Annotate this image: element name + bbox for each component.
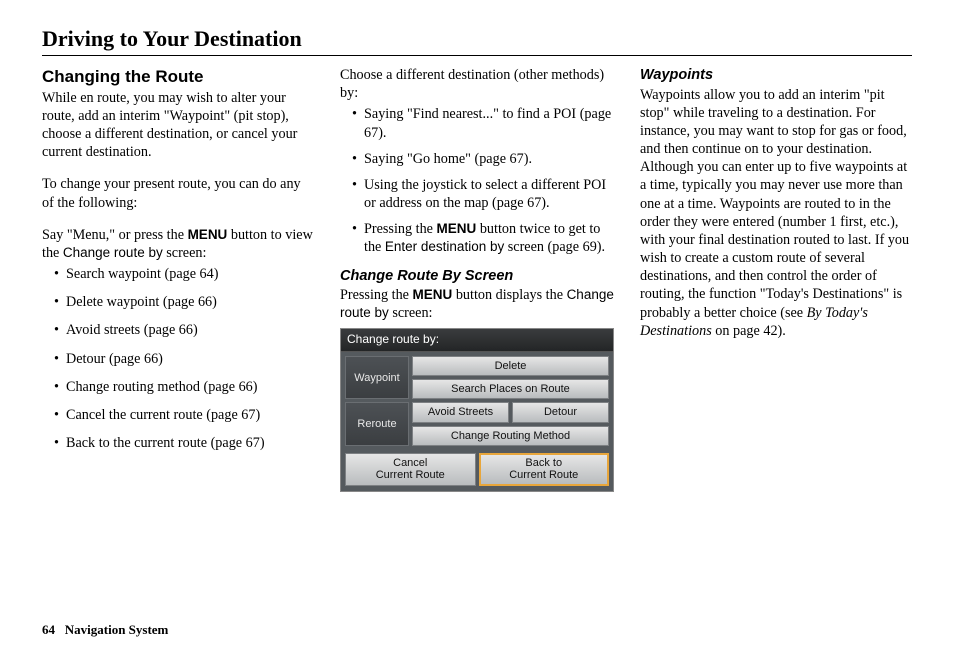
wp-body-post: on page 42).: [712, 323, 786, 339]
cr-pre: Pressing the: [340, 287, 413, 303]
menu-prefix: Say "Menu," or press the: [42, 227, 188, 243]
cr-bold: MENU: [413, 287, 453, 302]
nav-label-reroute: Reroute: [345, 402, 409, 446]
nav-btn-cancel-route[interactable]: Cancel Current Route: [345, 453, 476, 486]
nav-btn-search-places[interactable]: Search Places on Route: [412, 379, 609, 399]
wp-body-pre: Waypoints allow you to add an interim "p…: [640, 87, 909, 321]
list-item: Pressing the MENU button twice to get to…: [352, 220, 614, 256]
nav-label-waypoint: Waypoint: [345, 356, 409, 400]
content-columns: Changing the Route While en route, you m…: [42, 66, 912, 492]
cr-mid: button displays the: [452, 287, 566, 303]
page-title: Driving to Your Destination: [42, 26, 912, 56]
nav-row-waypoint: Waypoint Delete Search Places on Route: [345, 356, 609, 400]
nav-btn-avoid-streets[interactable]: Avoid Streets: [412, 402, 509, 422]
list-item: Saying "Go home" (page 67).: [352, 150, 614, 168]
list-item: Cancel the current route (page 67): [54, 406, 314, 424]
menu-instruction: Say "Menu," or press the MENU button to …: [42, 226, 314, 262]
list-item: Using the joystick to select a different…: [352, 176, 614, 212]
page-number: 64: [42, 622, 55, 637]
footer-label: Navigation System: [65, 622, 169, 637]
li-screen: Enter destination by: [385, 239, 504, 254]
list-item: Search waypoint (page 64): [54, 265, 314, 283]
column-1: Changing the Route While en route, you m…: [42, 66, 314, 492]
nav-btn-back-route[interactable]: Back to Current Route: [479, 453, 610, 486]
li-bold: MENU: [437, 221, 477, 236]
menu-button-label: MENU: [188, 227, 228, 242]
subheading-waypoints: Waypoints: [640, 66, 912, 85]
section-heading-changing-route: Changing the Route: [42, 66, 314, 88]
subheading-change-route-by: Change Route By Screen: [340, 267, 614, 286]
change-route-para: Pressing the MENU button displays the Ch…: [340, 286, 614, 322]
alt-methods-lead: Choose a different destination (other me…: [340, 66, 614, 102]
alt-methods-list: Saying "Find nearest..." to find a POI (…: [340, 105, 614, 256]
cr-post: screen:: [389, 305, 433, 321]
column-3: Waypoints Waypoints allow you to add an …: [640, 66, 912, 492]
followup-paragraph: To change your present route, you can do…: [42, 175, 314, 211]
list-item: Detour (page 66): [54, 350, 314, 368]
nav-title: Change route by:: [341, 329, 613, 351]
list-item: Change routing method (page 66): [54, 378, 314, 396]
li-pre: Pressing the: [364, 221, 437, 237]
intro-paragraph: While en route, you may wish to alter yo…: [42, 89, 314, 162]
list-item: Delete waypoint (page 66): [54, 293, 314, 311]
column-2: Choose a different destination (other me…: [340, 66, 614, 492]
nav-bottom-row: Cancel Current Route Back to Current Rou…: [341, 453, 613, 491]
page-footer: 64 Navigation System: [42, 622, 168, 638]
list-item: Back to the current route (page 67): [54, 434, 314, 452]
nav-row-reroute: Reroute Avoid Streets Detour Change Rout…: [345, 402, 609, 446]
menu-screen-name: Change route by: [63, 245, 163, 260]
nav-btn-delete[interactable]: Delete: [412, 356, 609, 376]
nav-screen-mock: Change route by: Waypoint Delete Search …: [340, 328, 614, 491]
list-item: Saying "Find nearest..." to find a POI (…: [352, 105, 614, 141]
waypoints-paragraph: Waypoints allow you to add an interim "p…: [640, 86, 912, 340]
nav-btn-change-method[interactable]: Change Routing Method: [412, 426, 609, 446]
nav-btn-detour[interactable]: Detour: [512, 402, 609, 422]
list-item: Avoid streets (page 66): [54, 321, 314, 339]
route-options-list: Search waypoint (page 64) Delete waypoin…: [42, 265, 314, 452]
nav-body: Waypoint Delete Search Places on Route R…: [341, 352, 613, 453]
li-post: screen (page 69).: [504, 239, 605, 255]
menu-suffix: screen:: [163, 245, 207, 261]
